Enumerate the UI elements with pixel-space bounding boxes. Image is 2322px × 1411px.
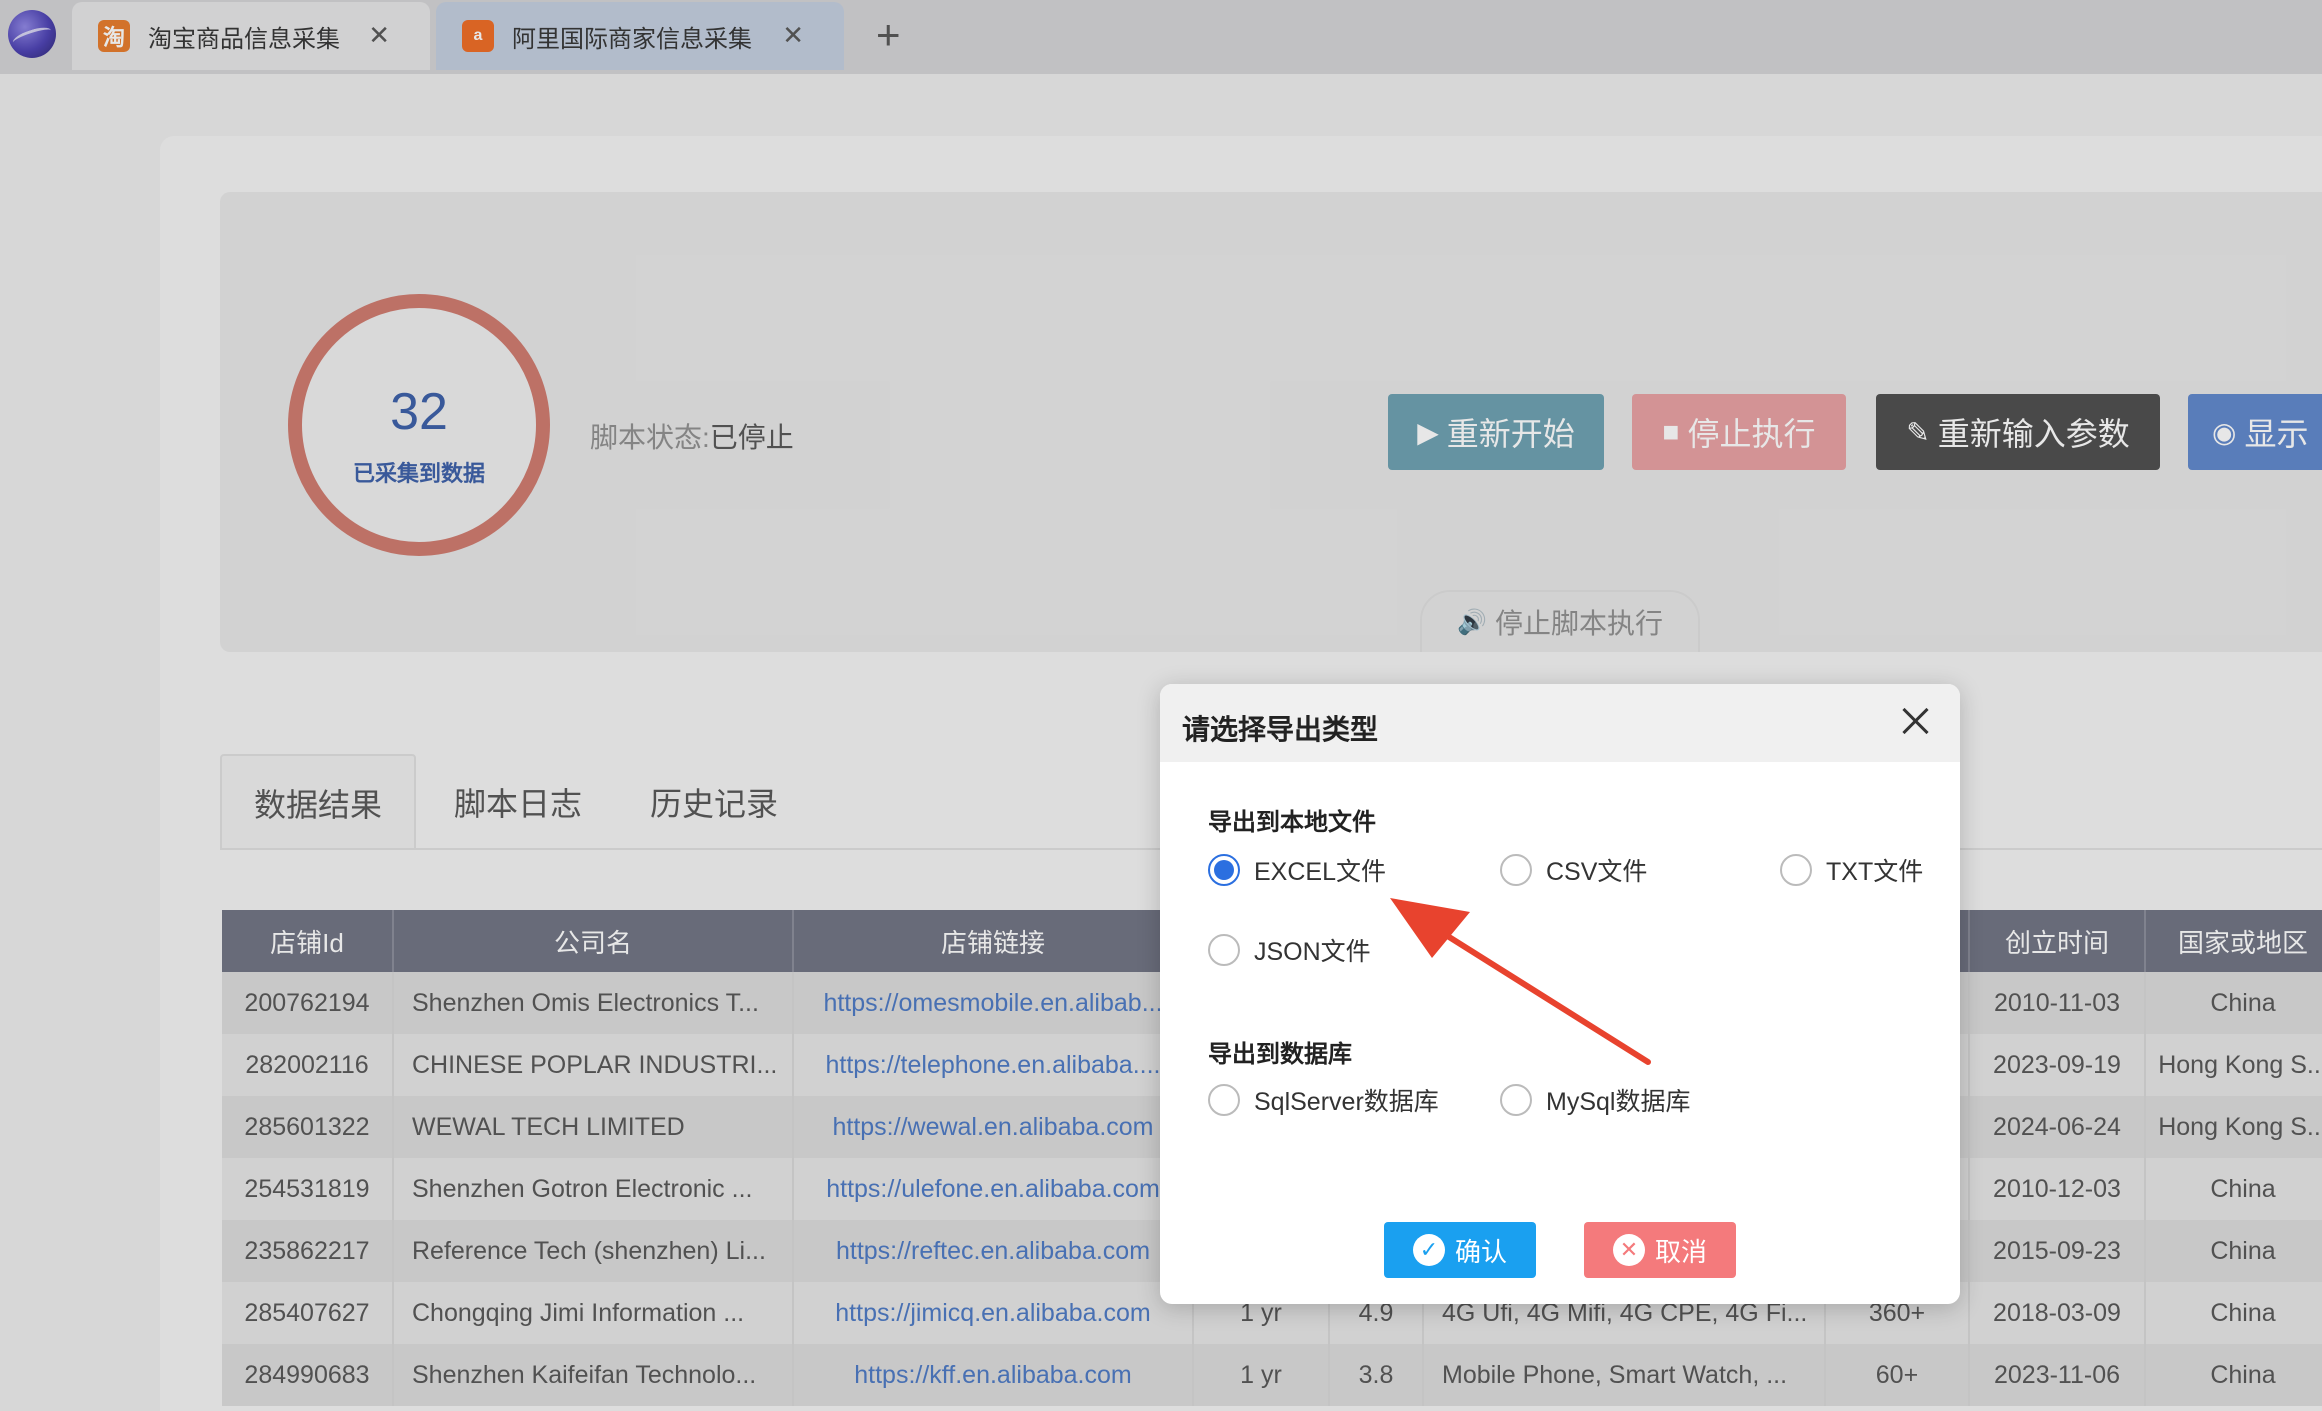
dialog-title: 请选择导出类型	[1182, 714, 1379, 745]
close-icon[interactable]	[1900, 706, 1930, 736]
confirm-label: 确认	[1454, 1236, 1507, 1267]
radio-label: MySql数据库	[1546, 1088, 1691, 1116]
radio-txt[interactable]: TXT文件	[1780, 852, 1923, 888]
radio-label: SqlServer数据库	[1254, 1088, 1439, 1116]
cancel-button[interactable]: ✕ 取消	[1584, 1222, 1736, 1278]
radio-excel[interactable]: EXCEL文件	[1208, 852, 1386, 888]
radio-csv[interactable]: CSV文件	[1500, 852, 1647, 888]
radio-label: JSON文件	[1254, 938, 1371, 966]
radio-mysql[interactable]: MySql数据库	[1500, 1082, 1690, 1118]
dialog-header: 请选择导出类型	[1160, 684, 1960, 762]
confirm-button[interactable]: ✓ 确认	[1384, 1222, 1536, 1278]
radio-label: TXT文件	[1826, 858, 1924, 886]
radio-dot[interactable]	[1208, 854, 1240, 886]
radio-dot[interactable]	[1208, 934, 1240, 966]
cancel-label: 取消	[1654, 1236, 1707, 1267]
radio-json[interactable]: JSON文件	[1208, 932, 1371, 968]
export-dialog: 请选择导出类型 导出到本地文件 EXCEL文件 CSV文件 TXT文件 JSON…	[1160, 684, 1960, 1304]
section-local-files: 导出到本地文件	[1208, 809, 1376, 836]
x-circle-icon: ✕	[1612, 1234, 1645, 1266]
section-database: 导出到数据库	[1208, 1041, 1352, 1068]
radio-dot[interactable]	[1500, 1084, 1532, 1116]
radio-sqlserver[interactable]: SqlServer数据库	[1208, 1082, 1439, 1118]
check-icon: ✓	[1412, 1234, 1445, 1266]
radio-label: EXCEL文件	[1254, 858, 1386, 886]
radio-dot[interactable]	[1780, 854, 1812, 886]
radio-dot[interactable]	[1500, 854, 1532, 886]
radio-dot[interactable]	[1208, 1084, 1240, 1116]
radio-label: CSV文件	[1546, 858, 1648, 886]
